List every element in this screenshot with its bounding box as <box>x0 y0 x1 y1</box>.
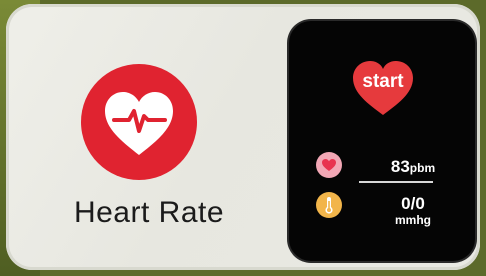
heart-pulse-icon <box>105 92 173 155</box>
thermometer-icon <box>316 192 342 218</box>
start-label: start <box>362 71 404 92</box>
watch-screen: start 83pbm 0/0 mmhg <box>289 21 475 261</box>
start-button[interactable]: start <box>350 59 416 117</box>
heart-rate-app-icon[interactable] <box>81 64 197 180</box>
heart-rate-value: 83 <box>390 157 410 176</box>
heart-icon <box>316 152 342 178</box>
heart-rate-unit: pbm <box>409 161 436 175</box>
blood-pressure-unit: mmhg <box>395 213 431 227</box>
blood-pressure-value: 0/0 <box>401 194 425 213</box>
app-title: Heart Rate <box>73 196 225 229</box>
heart-rate-readout: 83pbm <box>367 157 459 177</box>
heart-rate-card[interactable]: Heart Rate start 83pbm 0/0 mmhg <box>6 4 480 270</box>
divider <box>359 181 433 183</box>
